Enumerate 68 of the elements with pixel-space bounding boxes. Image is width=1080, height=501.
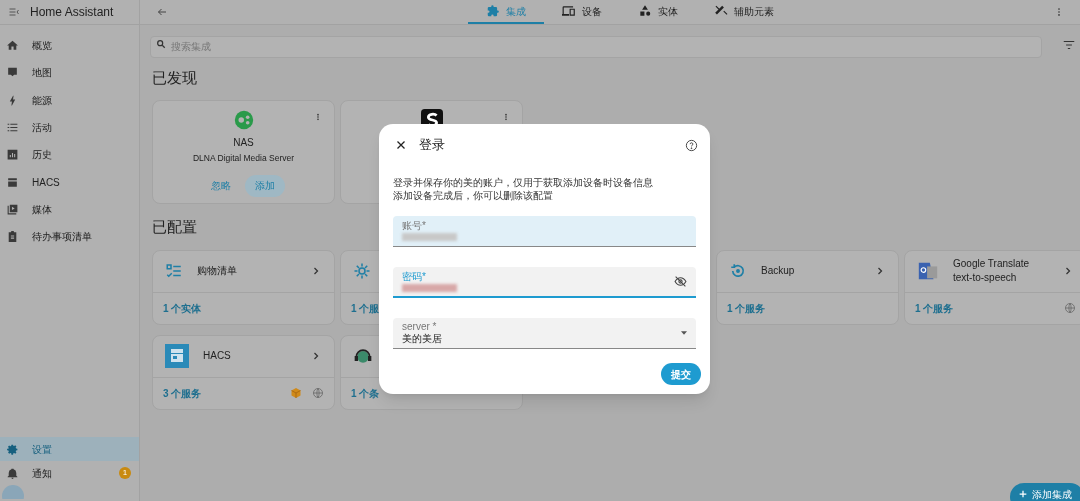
dialog-description: 添加设备完成后，你可以删除该配置 <box>393 189 554 202</box>
eye-off-icon[interactable] <box>674 275 687 288</box>
sidebar-item[interactable]: 能源 <box>0 86 139 114</box>
dialog-description: 登录并保存你的美的账户，仅用于获取添加设备时设备信息 <box>393 176 654 189</box>
home-icon <box>6 39 19 53</box>
media-icon <box>6 202 19 216</box>
integration-name: HACS <box>203 349 232 363</box>
field-label: 密码* <box>402 271 427 282</box>
globe-icon <box>1064 302 1076 314</box>
help-icon[interactable] <box>685 138 698 152</box>
integration-name: Backup <box>761 264 796 278</box>
integration-name: Google Translate text-to-speech <box>953 257 1031 285</box>
tab[interactable]: 辅助元素 <box>696 0 792 24</box>
shapes-icon <box>638 4 652 18</box>
tab[interactable]: 设备 <box>544 0 620 24</box>
restore-icon <box>729 262 747 280</box>
tools-icon <box>714 4 728 18</box>
menu-icon[interactable] <box>8 6 20 18</box>
section-heading: 已配置 <box>152 217 197 237</box>
server-select[interactable]: server * 美的美居 <box>393 318 696 349</box>
plus-icon <box>1018 489 1028 499</box>
device-subtitle: DLNA Digital Media Server <box>192 152 295 165</box>
sidebar-item[interactable]: 概览 <box>0 32 139 60</box>
tab[interactable]: 实体 <box>620 0 696 24</box>
globe-headphones-icon <box>353 346 373 366</box>
close-icon[interactable] <box>395 139 407 151</box>
integration-card[interactable]: Google Translate text-to-speech 1 个服务 <box>904 249 1080 325</box>
blurred-value <box>402 233 457 241</box>
dropdown-caret-icon <box>681 331 687 335</box>
section-heading: 已发现 <box>152 67 197 88</box>
bell-icon <box>6 466 19 480</box>
store-icon <box>6 175 19 189</box>
blurred-value <box>402 283 457 292</box>
account-field[interactable]: 账号* <box>393 216 696 247</box>
app-title: Home Assistant <box>30 4 114 21</box>
integration-card[interactable]: 购物清单 1 个实体 <box>152 249 335 325</box>
sidebar-item[interactable]: 活动 <box>0 113 139 142</box>
sidebar-item[interactable]: 媒体 <box>0 195 139 224</box>
clipboard-icon <box>6 230 19 244</box>
field-value: 美的美居 <box>402 334 443 344</box>
chart-icon <box>6 148 19 162</box>
gear-icon <box>353 262 371 280</box>
checklist-icon <box>165 262 183 280</box>
globe-icon <box>312 387 324 399</box>
sidebar-item[interactable]: 通知 1 <box>0 461 139 485</box>
more-options-icon[interactable] <box>502 111 510 123</box>
integration-card[interactable]: Backup 1 个服务 <box>716 249 899 325</box>
notification-badge: 1 <box>119 467 131 479</box>
add-integration-button[interactable]: 添加集成 <box>1010 483 1080 501</box>
field-label: 账号* <box>402 221 427 231</box>
integration-name: 购物清单 <box>197 264 238 278</box>
settings-icon <box>6 442 19 456</box>
back-arrow-icon[interactable] <box>156 6 168 18</box>
translate-logo-icon <box>917 260 939 282</box>
field-label: server * <box>402 322 438 332</box>
device-name: NAS <box>233 136 254 150</box>
search-icon <box>156 39 166 49</box>
devices-icon <box>562 4 576 18</box>
sidebar-item[interactable]: 地图 <box>0 59 139 87</box>
sidebar-item[interactable]: 历史 <box>0 141 139 169</box>
sidebar-item[interactable]: 待办事项清单 <box>0 223 139 251</box>
dlna-logo-icon <box>232 109 255 131</box>
puzzle-icon <box>486 4 500 18</box>
more-options-icon[interactable] <box>314 111 322 123</box>
dialog-title: 登录 <box>419 136 445 155</box>
integration-card[interactable]: HACS 3 个服务 <box>152 334 335 410</box>
sidebar-item[interactable]: HACS <box>0 168 139 196</box>
store-logo-icon <box>165 344 189 368</box>
